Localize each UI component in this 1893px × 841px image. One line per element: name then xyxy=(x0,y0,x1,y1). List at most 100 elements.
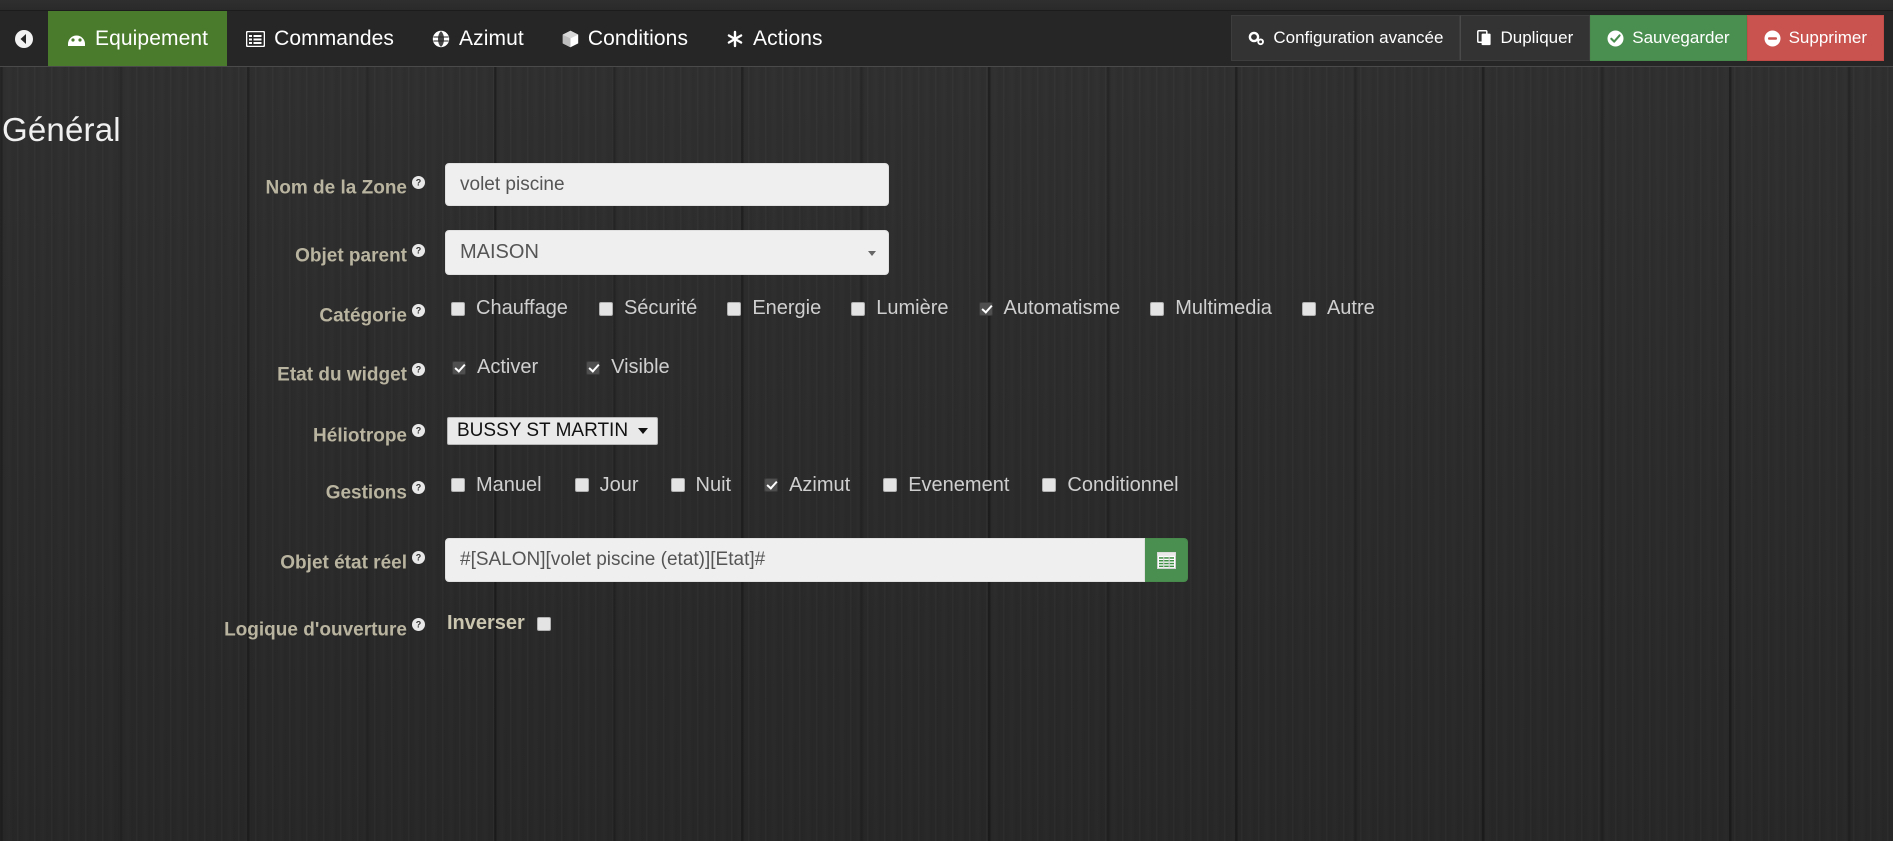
label-text: Objet état réel xyxy=(280,552,407,574)
inverser-label: Inverser xyxy=(447,612,525,635)
etat-widget-checkbox-group: Activer Visible xyxy=(445,356,1600,379)
checkbox-evenement[interactable]: Evenement xyxy=(883,474,1009,497)
checkbox-azimut[interactable]: Azimut xyxy=(764,474,850,497)
help-icon[interactable]: ? xyxy=(412,423,425,437)
tab-equipement[interactable]: Equipement xyxy=(48,11,228,66)
heliotrope-select[interactable]: BUSSY ST MARTIN xyxy=(447,416,659,445)
checkbox-box[interactable] xyxy=(451,301,465,316)
label-logique-ouverture: Logique d'ouverture? xyxy=(0,612,445,640)
checkbox-nuit[interactable]: Nuit xyxy=(670,473,732,497)
label-heliotrope: Héliotrope? xyxy=(0,417,445,445)
checkbox-manuel[interactable]: Manuel xyxy=(451,474,542,497)
select-command-button[interactable] xyxy=(1145,538,1188,583)
checkbox-conditionnel[interactable]: Conditionnel xyxy=(1042,473,1179,497)
tab-conditions[interactable]: Conditions xyxy=(543,11,707,66)
help-icon[interactable]: ? xyxy=(412,303,425,318)
supprimer-button[interactable]: Supprimer xyxy=(1746,15,1884,61)
help-icon[interactable]: ? xyxy=(412,617,425,632)
copy-icon xyxy=(1477,30,1492,46)
objet-parent-value: MAISON xyxy=(460,241,539,263)
svg-text:?: ? xyxy=(416,483,422,493)
form-row-gestions: Gestions? Manuel Jour Nuit Azimut Evenem… xyxy=(0,474,1600,502)
control-logique-ouverture: Inverser xyxy=(445,612,1600,635)
checkbox-box[interactable] xyxy=(670,478,685,493)
gears-icon xyxy=(1248,31,1265,46)
checkbox-chauffage[interactable]: Chauffage xyxy=(451,297,568,320)
form-row-objet-parent: Objet parent? MAISON xyxy=(0,230,1600,275)
checkbox-box[interactable] xyxy=(1042,478,1057,493)
help-icon[interactable]: ? xyxy=(412,550,425,565)
checkbox-label: Nuit xyxy=(695,473,732,496)
checkbox-securite[interactable]: Sécurité xyxy=(598,297,697,320)
checkbox-multimedia[interactable]: Multimedia xyxy=(1150,297,1272,320)
help-icon[interactable]: ? xyxy=(412,243,425,258)
sauvegarder-button[interactable]: Sauvegarder xyxy=(1590,15,1747,61)
checkbox-box[interactable] xyxy=(764,478,779,493)
checkbox-box[interactable] xyxy=(452,360,466,375)
checkbox-autre[interactable]: Autre xyxy=(1301,297,1375,320)
checkbox-box[interactable] xyxy=(851,301,866,316)
checkbox-box[interactable] xyxy=(1301,301,1316,316)
toolbar-actions: Configuration avancée Dupliquer Sauvegar… xyxy=(1231,11,1893,66)
checkbox-label: Automatisme xyxy=(1003,297,1121,319)
checkbox-jour[interactable]: Jour xyxy=(574,473,639,497)
svg-text:?: ? xyxy=(416,553,422,563)
label-text: Gestions xyxy=(325,482,407,504)
checkbox-label: Conditionnel xyxy=(1067,473,1179,496)
checkbox-activer[interactable]: Activer xyxy=(452,356,538,379)
nom-zone-input[interactable] xyxy=(445,163,889,206)
tab-actions[interactable]: Actions xyxy=(707,11,842,66)
tab-label: Azimut xyxy=(459,26,524,50)
help-icon[interactable]: ? xyxy=(412,362,425,377)
chevron-down-icon xyxy=(638,427,649,434)
checkbox-automatisme[interactable]: Automatisme xyxy=(978,297,1121,320)
page-title: Général xyxy=(2,111,121,148)
label-text: Etat du widget xyxy=(277,364,407,386)
help-icon[interactable]: ? xyxy=(412,175,425,190)
form-row-nom-zone: Nom de la Zone? xyxy=(0,163,1600,206)
tab-label: Conditions xyxy=(587,26,689,50)
minus-circle-icon xyxy=(1764,30,1781,47)
checkbox-box[interactable] xyxy=(1150,301,1165,316)
tab-commandes[interactable]: Commandes xyxy=(227,11,413,66)
dupliquer-button[interactable]: Dupliquer xyxy=(1460,15,1591,61)
label-gestions: Gestions? xyxy=(0,474,445,502)
label-text: Objet parent xyxy=(295,245,407,267)
checkbox-box[interactable] xyxy=(586,360,601,375)
help-icon[interactable]: ? xyxy=(412,480,425,495)
tab-label: Actions xyxy=(753,26,823,50)
tab-azimut[interactable]: Azimut xyxy=(413,11,543,66)
checkbox-label: Activer xyxy=(477,356,539,379)
checkbox-lumiere[interactable]: Lumière xyxy=(851,297,949,320)
toolbar: Equipement Commandes Azimut Conditions A… xyxy=(0,11,1893,67)
control-nom-zone xyxy=(445,163,1600,206)
button-label: Dupliquer xyxy=(1500,28,1574,47)
svg-text:?: ? xyxy=(416,246,422,256)
objet-parent-select[interactable]: MAISON xyxy=(445,230,889,275)
checkbox-label: Manuel xyxy=(476,473,542,496)
checkbox-label: Visible xyxy=(611,356,670,379)
objet-etat-reel-input[interactable] xyxy=(445,538,1145,583)
checkbox-box[interactable] xyxy=(451,478,465,493)
dashboard-icon xyxy=(67,30,86,47)
checkbox-visible[interactable]: Visible xyxy=(586,356,670,379)
checkbox-box[interactable] xyxy=(574,478,589,493)
checkbox-label: Evenement xyxy=(908,473,1010,496)
checkbox-box[interactable] xyxy=(727,301,742,316)
configuration-avancee-button[interactable]: Configuration avancée xyxy=(1231,15,1461,61)
svg-text:?: ? xyxy=(416,620,422,630)
checkbox-label: Jour xyxy=(599,473,639,496)
checkbox-energie[interactable]: Energie xyxy=(727,297,821,320)
label-objet-parent: Objet parent? xyxy=(0,230,445,265)
form-row-objet-etat-reel: Objet état réel? xyxy=(0,538,1600,583)
checkbox-inverser[interactable] xyxy=(536,616,551,631)
tab-label: Commandes xyxy=(274,26,395,50)
checkbox-box[interactable] xyxy=(883,478,898,493)
button-label: Sauvegarder xyxy=(1632,28,1730,47)
checkbox-box[interactable] xyxy=(978,301,993,316)
label-objet-etat-reel: Objet état réel? xyxy=(0,538,445,574)
categorie-checkbox-group: Chauffage Sécurité Energie Lumière Autom… xyxy=(445,297,1600,320)
checkbox-box[interactable] xyxy=(598,301,613,316)
checkbox-label: Azimut xyxy=(789,473,851,496)
back-button[interactable] xyxy=(0,11,48,66)
